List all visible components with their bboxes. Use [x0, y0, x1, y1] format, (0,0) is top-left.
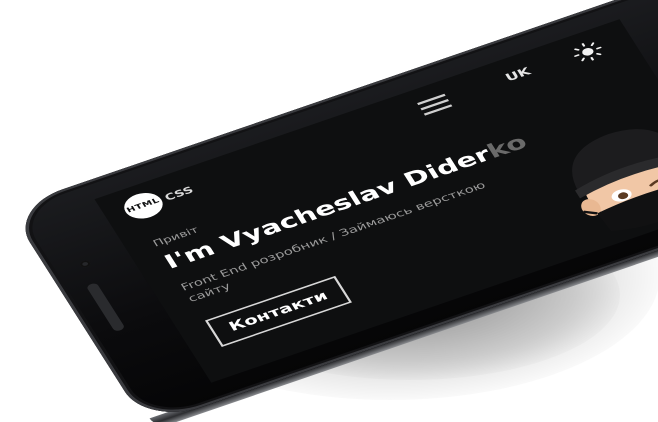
logo-badge: CSS	[162, 184, 196, 203]
memoji-avatar	[523, 98, 658, 254]
hamburger-menu-icon[interactable]	[417, 93, 453, 117]
device-mockup-stage: HTML CSS UK Привіт I'm Vyacheslav Diderk…	[0, 0, 658, 422]
site-logo[interactable]: HTML	[118, 188, 169, 224]
sun-icon[interactable]	[569, 39, 607, 66]
language-switch[interactable]: UK	[503, 66, 533, 85]
